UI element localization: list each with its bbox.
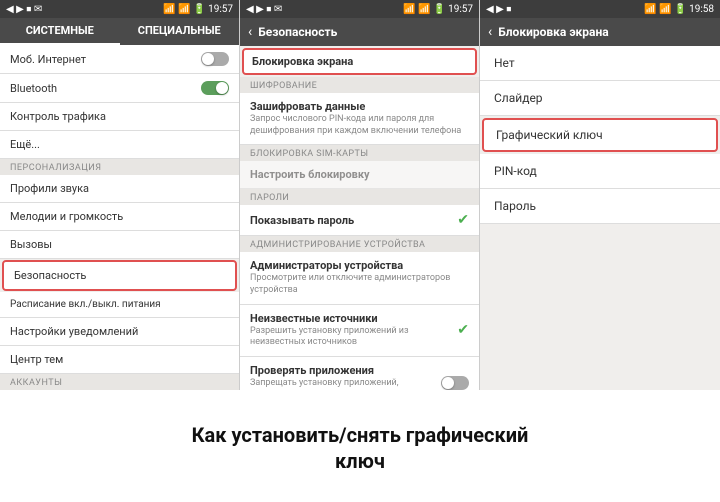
toggle-mob-internet[interactable] bbox=[201, 52, 229, 66]
settings-item-more-label: Ещё... bbox=[10, 138, 40, 151]
security-encrypt-subtitle: Запрос числового PIN-кода или пароля для… bbox=[250, 114, 469, 137]
caption-bar: Как установить/снять графический ключ bbox=[0, 390, 720, 502]
screen3-header: ‹ Блокировка экрана bbox=[480, 18, 720, 46]
verify-apps-row: Проверять приложения Запрещать установку… bbox=[250, 364, 469, 390]
tab-system[interactable]: СИСТЕМНЫЕ bbox=[0, 18, 120, 45]
settings-item-mob-internet[interactable]: Моб. Интернет bbox=[0, 45, 239, 74]
unknown-sources-title: Неизвестные источники bbox=[250, 312, 457, 325]
settings-item-mob-internet-label: Моб. Интернет bbox=[10, 53, 86, 66]
settings-item-traffic[interactable]: Контроль трафика bbox=[0, 103, 239, 131]
check-show-password: ✔ bbox=[457, 212, 469, 228]
settings-list-1: Моб. Интернет Bluetooth Контроль трафика… bbox=[0, 45, 239, 390]
screen2-header: ‹ Безопасность bbox=[240, 18, 479, 46]
settings-item-sound-profiles-label: Профили звука bbox=[10, 182, 89, 195]
screen2-title: Безопасность bbox=[258, 25, 337, 39]
unknown-sources-subtitle: Разрешить установку приложений из неизве… bbox=[250, 326, 457, 349]
unknown-sources-row: Неизвестные источники Разрешить установк… bbox=[250, 312, 469, 349]
screen3-title: Блокировка экрана bbox=[498, 25, 608, 39]
caption-line1: Как установить/снять графический bbox=[192, 423, 529, 447]
security-content: Блокировка экрана ШИФРОВАНИЕ Зашифровать… bbox=[240, 46, 479, 390]
settings-item-themes-label: Центр тем bbox=[10, 353, 63, 366]
caption-line2: ключ bbox=[335, 449, 385, 473]
verify-apps-text-block: Проверять приложения Запрещать установку… bbox=[250, 364, 441, 390]
settings-item-ringtones[interactable]: Мелодии и громкость bbox=[0, 203, 239, 231]
lock-option-slider[interactable]: Слайдер bbox=[480, 81, 720, 116]
verify-apps-subtitle: Запрещать установку приложений, которые.… bbox=[250, 378, 441, 390]
verify-apps-title: Проверять приложения bbox=[250, 364, 441, 377]
settings-item-schedule[interactable]: Расписание вкл./выкл. питания bbox=[0, 292, 239, 318]
settings-item-bluetooth[interactable]: Bluetooth bbox=[0, 74, 239, 103]
settings-item-security-label: Безопасность bbox=[14, 269, 86, 282]
section-device-admin: АДМИНИСТРИРОВАНИЕ УСТРОЙСТВА bbox=[240, 236, 479, 252]
security-item-lock-screen[interactable]: Блокировка экрана bbox=[242, 48, 477, 75]
settings-item-ringtones-label: Мелодии и громкость bbox=[10, 210, 123, 223]
settings-item-notifications-label: Настройки уведомлений bbox=[10, 325, 138, 338]
security-item-device-admins[interactable]: Администраторы устройства Просмотрите ил… bbox=[240, 252, 479, 304]
settings-item-calls-label: Вызовы bbox=[10, 238, 52, 251]
settings-item-calls[interactable]: Вызовы bbox=[0, 231, 239, 259]
security-item-encrypt[interactable]: Зашифровать данные Запрос числового PIN-… bbox=[240, 93, 479, 145]
toggle-bluetooth[interactable] bbox=[201, 81, 229, 95]
security-item-verify-apps[interactable]: Проверять приложения Запрещать установку… bbox=[240, 357, 479, 390]
settings-item-schedule-label: Расписание вкл./выкл. питания bbox=[10, 299, 161, 310]
settings-item-more[interactable]: Ещё... bbox=[0, 131, 239, 159]
show-password-row: Показывать пароль ✔ bbox=[250, 212, 469, 228]
lock-options-list: Нет Слайдер Графический ключ PIN-код Пар… bbox=[480, 46, 720, 390]
check-unknown-sources: ✔ bbox=[457, 322, 469, 338]
lock-option-password[interactable]: Пароль bbox=[480, 189, 720, 224]
lock-option-pattern[interactable]: Графический ключ bbox=[482, 118, 718, 152]
status-bar-1: ◀ ▶ ⏹ ✉ 📶 📶 🔋 19:57 bbox=[0, 0, 239, 18]
show-password-title: Показывать пароль bbox=[250, 214, 354, 227]
section-encryption: ШИФРОВАНИЕ bbox=[240, 77, 479, 93]
toggle-verify-apps[interactable] bbox=[441, 376, 469, 390]
security-item-show-password[interactable]: Показывать пароль ✔ bbox=[240, 205, 479, 236]
settings-item-themes[interactable]: Центр тем bbox=[0, 346, 239, 374]
screen2-security: ◀ ▶ ⏹ ✉ 📶 📶 🔋 19:57 ‹ Безопасность Блоки… bbox=[240, 0, 480, 390]
security-sim-lock-title: Настроить блокировку bbox=[250, 168, 469, 181]
lock-option-pin[interactable]: PIN-код bbox=[480, 154, 720, 189]
security-item-unknown-sources[interactable]: Неизвестные источники Разрешить установк… bbox=[240, 305, 479, 357]
status-left-icons-3: ◀ ▶ ⏹ bbox=[486, 4, 511, 15]
status-right-icons-2: 📶 📶 🔋 19:57 bbox=[403, 4, 473, 15]
status-bar-3: ◀ ▶ ⏹ 📶 📶 🔋 19:58 bbox=[480, 0, 720, 18]
settings-item-traffic-label: Контроль трафика bbox=[10, 110, 106, 123]
section-passwords: ПАРОЛИ bbox=[240, 189, 479, 205]
settings-item-security[interactable]: Безопасность bbox=[2, 260, 237, 291]
status-bar-2: ◀ ▶ ⏹ ✉ 📶 📶 🔋 19:57 bbox=[240, 0, 479, 18]
screen1-settings: ◀ ▶ ⏹ ✉ 📶 📶 🔋 19:57 СИСТЕМНЫЕ СПЕЦИАЛЬНЫ… bbox=[0, 0, 240, 390]
section-personalization: ПЕРСОНАЛИЗАЦИЯ bbox=[0, 159, 239, 175]
unknown-sources-text-block: Неизвестные источники Разрешить установк… bbox=[250, 312, 457, 349]
device-admins-subtitle: Просмотрите или отключите администраторо… bbox=[250, 273, 469, 296]
back-arrow-3[interactable]: ‹ bbox=[488, 24, 492, 40]
settings-item-notifications[interactable]: Настройки уведомлений bbox=[0, 318, 239, 346]
section-sim-lock: БЛОКИРОВКА SIM-КАРТЫ bbox=[240, 145, 479, 161]
security-encrypt-title: Зашифровать данные bbox=[250, 100, 469, 113]
tab-special[interactable]: СПЕЦИАЛЬНЫЕ bbox=[120, 18, 240, 45]
section-accounts: АККАУНТЫ bbox=[0, 374, 239, 390]
security-item-sim-lock[interactable]: Настроить блокировку bbox=[240, 161, 479, 189]
status-left-icons-2: ◀ ▶ ⏹ ✉ bbox=[246, 4, 282, 15]
lock-option-none[interactable]: Нет bbox=[480, 46, 720, 81]
status-right-icons-1: 📶 📶 🔋 19:57 bbox=[163, 4, 233, 15]
status-right-icons-3: 📶 📶 🔋 19:58 bbox=[644, 4, 714, 15]
caption-text: Как установить/снять графический ключ bbox=[192, 422, 529, 474]
device-admins-title: Администраторы устройства bbox=[250, 259, 469, 272]
settings-item-bluetooth-label: Bluetooth bbox=[10, 82, 57, 95]
security-lock-screen-title: Блокировка экрана bbox=[252, 55, 467, 68]
screen3-lock-screen: ◀ ▶ ⏹ 📶 📶 🔋 19:58 ‹ Блокировка экрана Не… bbox=[480, 0, 720, 390]
status-left-icons-1: ◀ ▶ ⏹ ✉ bbox=[6, 4, 42, 15]
settings-item-sound-profiles[interactable]: Профили звука bbox=[0, 175, 239, 203]
back-arrow-2[interactable]: ‹ bbox=[248, 24, 252, 40]
tab-bar-1: СИСТЕМНЫЕ СПЕЦИАЛЬНЫЕ bbox=[0, 18, 239, 45]
